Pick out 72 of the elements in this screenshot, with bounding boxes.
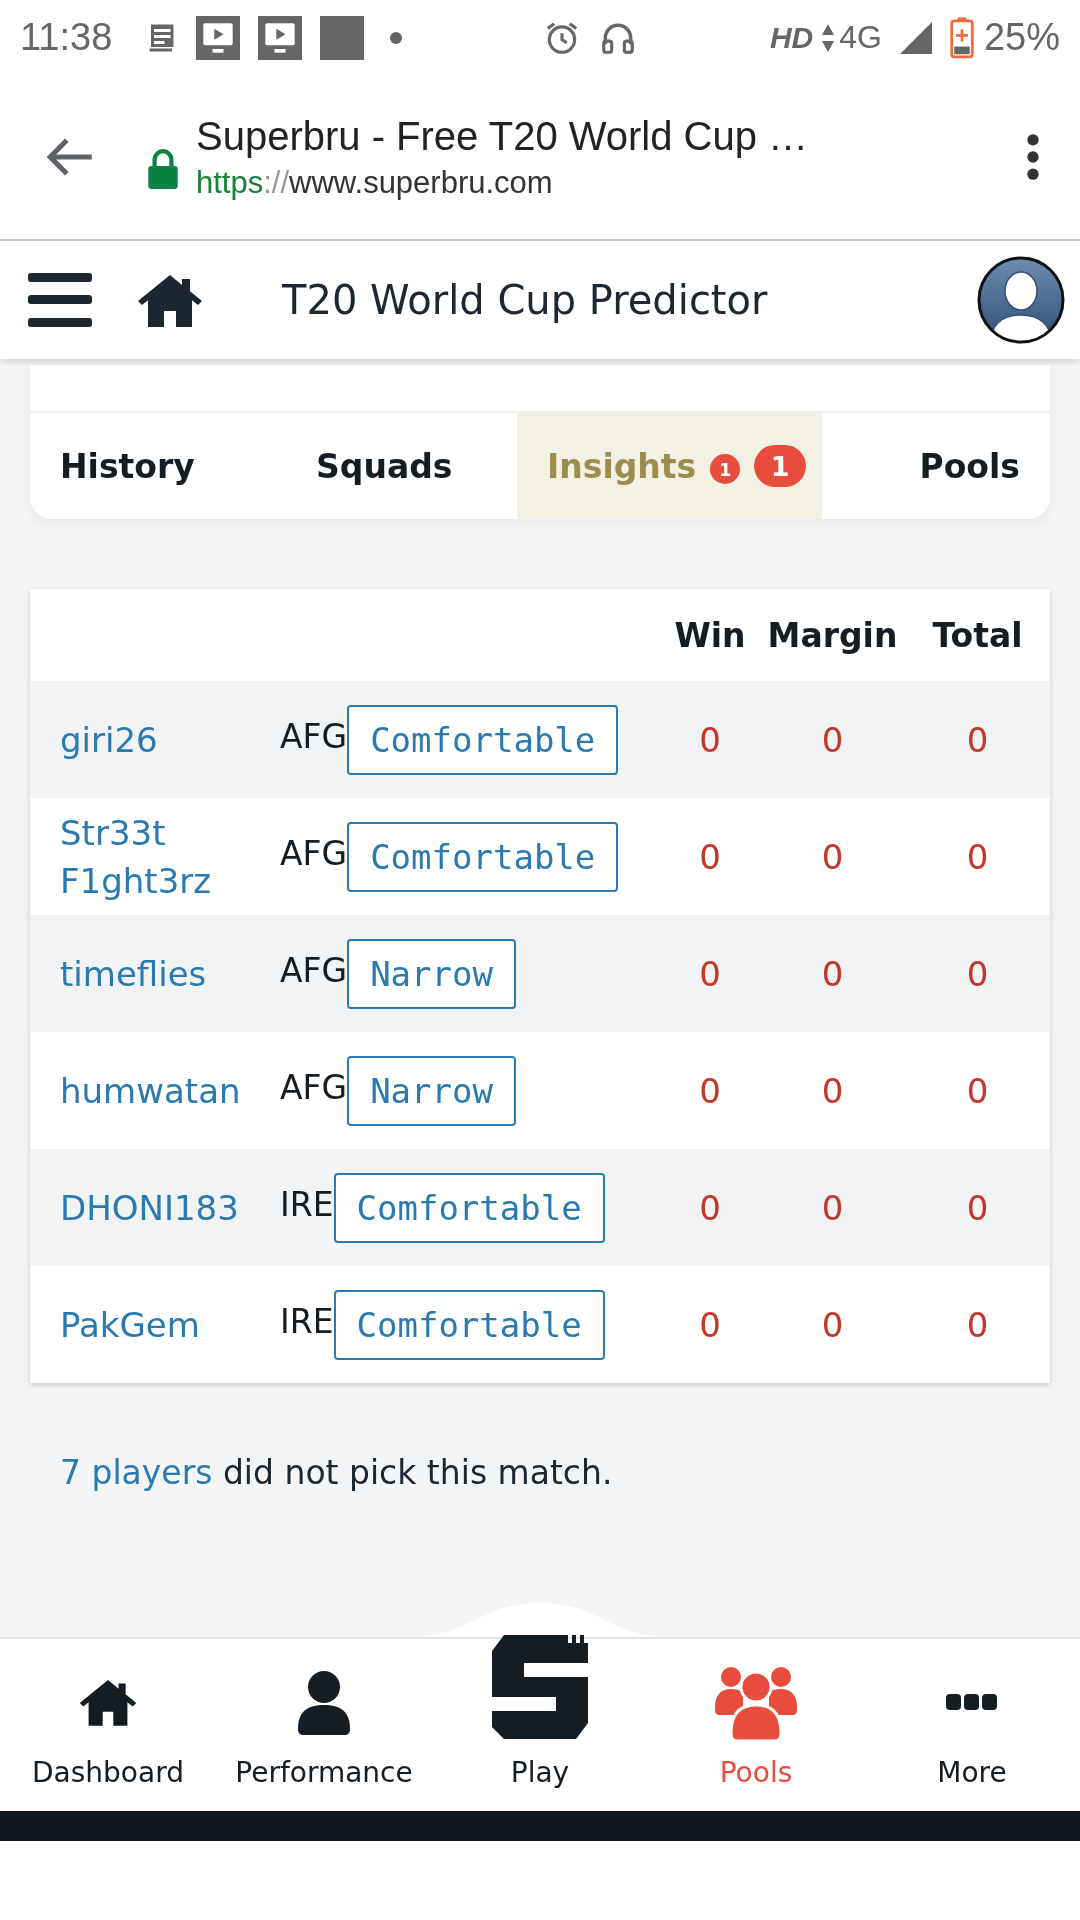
count-badge: 1 (754, 445, 807, 487)
tab[interactable]: History (30, 413, 258, 519)
score-value: 0 (699, 1304, 721, 1345)
margin-tag: Narrow (347, 1055, 516, 1126)
network-label: HD (769, 20, 814, 55)
home-icon (78, 1677, 138, 1727)
score-value: 0 (821, 1070, 844, 1111)
menu-icon (28, 273, 92, 327)
avatar-icon (976, 255, 1066, 345)
player-link[interactable]: humwatan (60, 1056, 241, 1125)
margin-tag: Comfortable (333, 1172, 605, 1243)
count-badge: 1 (710, 454, 741, 484)
battery-level: 25% (983, 16, 1060, 59)
home-icon (136, 273, 204, 327)
dot-icon (390, 31, 403, 44)
score-value: 0 (699, 953, 721, 994)
player-link[interactable]: PakGem (60, 1290, 200, 1359)
lock-icon (146, 147, 180, 189)
network-type: 4G (839, 19, 882, 56)
nav-item[interactable]: Play (432, 1639, 648, 1811)
page-title: Superbru - Free T20 World Cup … (196, 113, 810, 159)
player-link[interactable]: Str33t F1ght3rz (60, 798, 270, 915)
player-link[interactable]: DHONI183 (60, 1173, 239, 1242)
team-code: AFG (280, 1067, 348, 1107)
score-value: 0 (821, 953, 844, 994)
square-icon (320, 15, 365, 60)
clock-time: 11:38 (20, 16, 113, 59)
score-value: 0 (821, 719, 844, 760)
players-link[interactable]: 7 players (60, 1453, 213, 1492)
column-header: Total (931, 615, 1024, 655)
score-value: 0 (821, 1304, 844, 1345)
team-code: AFG (280, 716, 348, 756)
battery-icon (949, 16, 974, 59)
score-value: 0 (699, 836, 721, 877)
score-value: 0 (699, 1187, 721, 1228)
video-icon (196, 15, 241, 60)
score-value: 0 (966, 719, 989, 760)
video-icon (258, 15, 303, 60)
team-code: AFG (280, 950, 348, 990)
score-value: 0 (966, 1070, 989, 1111)
score-value: 0 (966, 1304, 989, 1345)
tab[interactable]: Insights 1 1 (517, 413, 822, 519)
score-value: 0 (821, 836, 844, 877)
margin-tag: Comfortable (333, 1289, 605, 1360)
score-value: 0 (699, 1070, 721, 1111)
tab[interactable]: Pools (822, 413, 1050, 519)
team-code: IRE (280, 1301, 334, 1341)
column-header: Win (673, 615, 747, 655)
url-text[interactable]: https://www.superbru.com (196, 164, 1006, 201)
logo-icon (492, 1635, 588, 1739)
column-header: Margin (766, 615, 899, 655)
more-vertical-icon (1026, 133, 1040, 181)
nav-item[interactable]: More (864, 1639, 1080, 1811)
app-title: T20 World Cup Predictor (282, 277, 769, 323)
score-value: 0 (699, 719, 721, 760)
nav-item[interactable]: Pools (648, 1639, 864, 1811)
signal-icon (899, 21, 932, 54)
player-link[interactable]: timeflies (60, 939, 207, 1008)
team-code: IRE (280, 1184, 334, 1224)
player-link[interactable]: giri26 (60, 705, 158, 774)
score-value: 0 (966, 1187, 989, 1228)
nav-item[interactable]: Performance (216, 1639, 432, 1811)
margin-tag: Comfortable (347, 821, 619, 892)
team-code: AFG (280, 833, 348, 873)
score-value: 0 (821, 1187, 844, 1228)
score-value: 0 (966, 953, 989, 994)
footer-note: 7 players did not pick this match. (60, 1453, 614, 1492)
nav-item[interactable]: Dashboard (0, 1639, 216, 1811)
margin-tag: Comfortable (347, 704, 619, 775)
score-value: 0 (966, 836, 989, 877)
margin-tag: Narrow (347, 938, 516, 1009)
more-icon (946, 1694, 998, 1710)
